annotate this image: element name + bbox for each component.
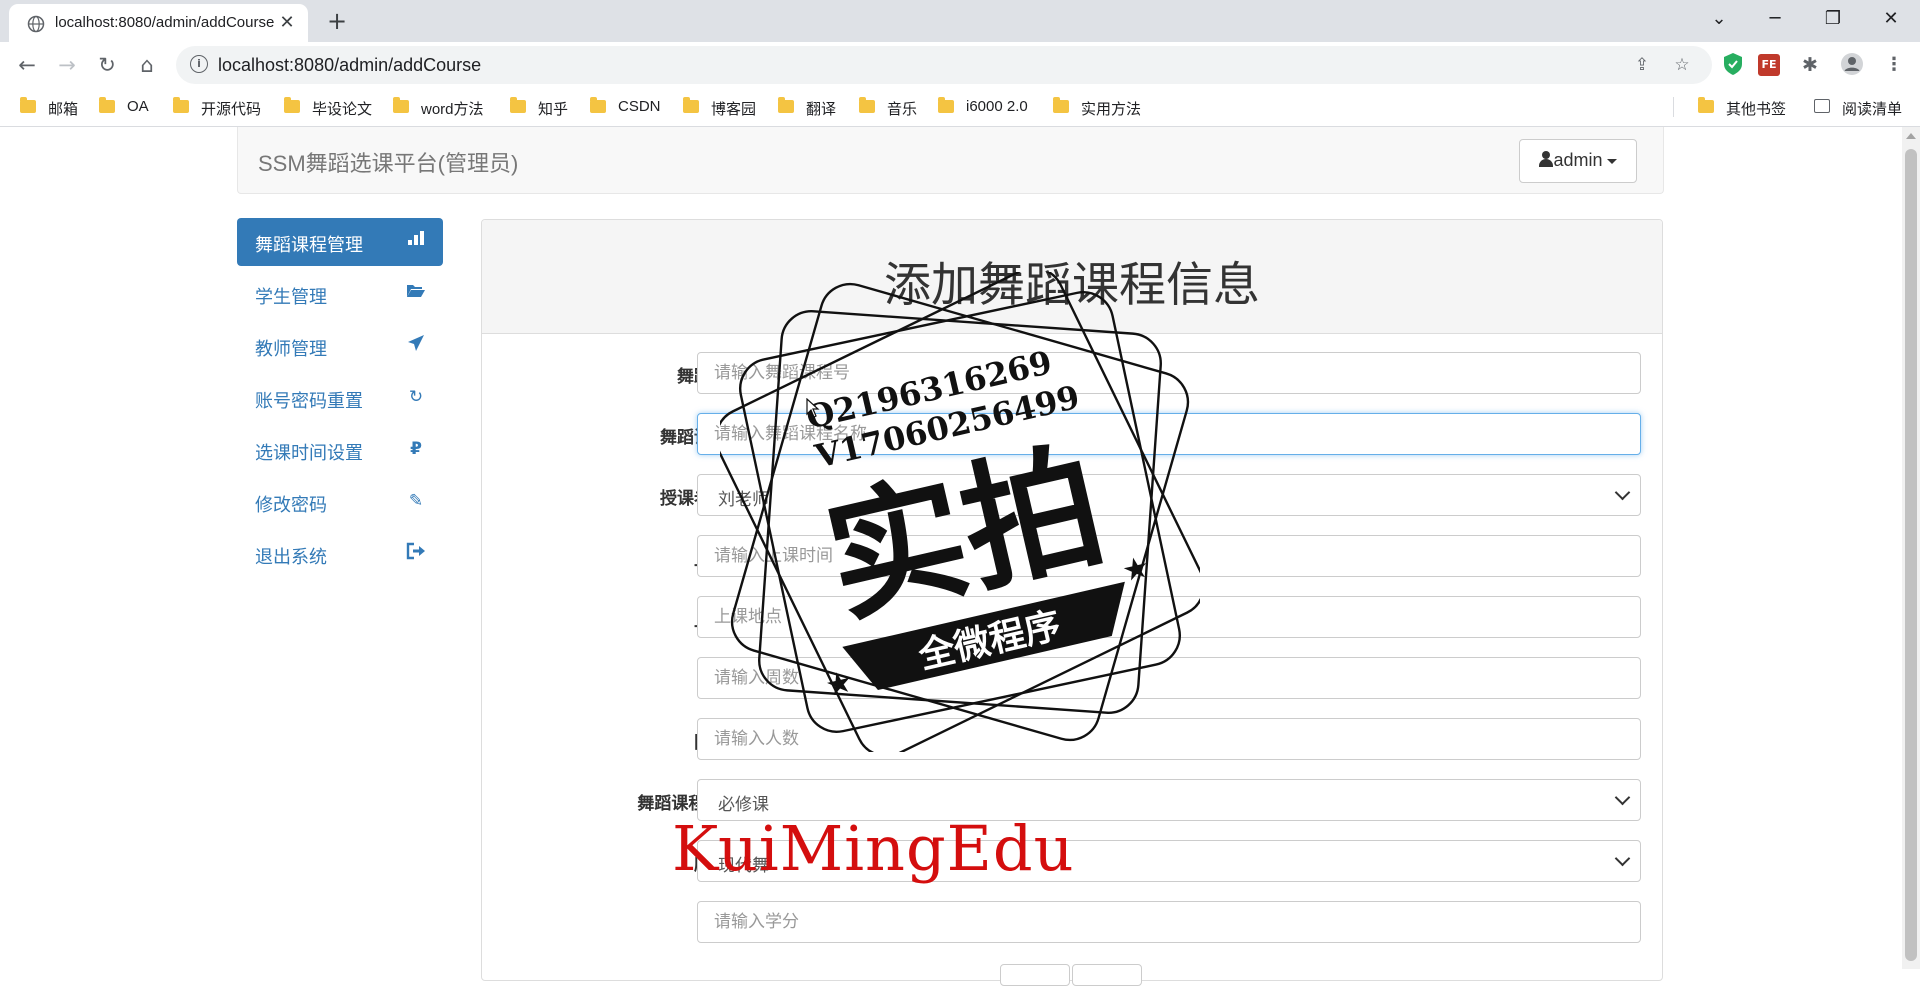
extensions-puzzle-icon[interactable]: ✱: [1797, 52, 1823, 78]
send-icon: [405, 334, 427, 356]
folder-icon: [510, 97, 526, 113]
folder-icon: [859, 97, 875, 113]
url-text[interactable]: localhost:8080/admin/addCourse: [218, 55, 481, 76]
pencil-icon: ✎: [408, 491, 424, 511]
new-tab-button[interactable]: +: [322, 8, 352, 34]
sidebar-item-change-password[interactable]: 修改密码 ✎: [237, 478, 443, 526]
forward-icon[interactable]: →: [50, 48, 84, 82]
share-icon[interactable]: ⇪: [1630, 53, 1654, 77]
bar-chart-icon: [405, 230, 427, 252]
bookmark-star-icon[interactable]: ☆: [1670, 53, 1694, 77]
tab-close-icon[interactable]: ✕: [276, 12, 298, 34]
folder-icon: [393, 97, 409, 113]
reading-list-icon: [1814, 99, 1830, 113]
globe-icon: [27, 15, 45, 33]
sidebar-item-course-management[interactable]: 舞蹈课程管理: [237, 218, 443, 266]
submit-button[interactable]: [1000, 964, 1070, 986]
profile-avatar-icon[interactable]: [1839, 52, 1865, 78]
tab-search-chevron-icon[interactable]: ⌄: [1702, 4, 1736, 34]
sidebar-item-time-settings[interactable]: 选课时间设置 ₽: [237, 426, 443, 474]
sidebar-item-teachers[interactable]: 教师管理: [237, 322, 443, 370]
refresh-icon: ↻: [408, 387, 424, 407]
watermark-text: KuiMingEdu: [672, 812, 1075, 885]
folder-icon: [284, 97, 300, 113]
folder-icon: [938, 97, 954, 113]
page-scrollbar[interactable]: [1902, 127, 1920, 969]
user-name: admin: [1553, 150, 1603, 170]
folder-icon: [20, 97, 36, 113]
brand-title[interactable]: SSM舞蹈选课平台(管理员): [258, 146, 518, 178]
minimize-icon[interactable]: ─: [1758, 4, 1792, 34]
bookmarks-divider: [1673, 97, 1674, 117]
mouse-cursor-icon: [806, 398, 820, 418]
chevron-down-icon: [1614, 789, 1631, 806]
folder-open-icon: [405, 282, 427, 304]
folder-icon: [778, 97, 794, 113]
shield-extension-icon[interactable]: [1720, 52, 1746, 78]
sidebar-item-logout[interactable]: 退出系统: [237, 530, 443, 578]
home-icon[interactable]: ⌂: [130, 48, 164, 82]
caret-down-icon: [1606, 158, 1617, 164]
folder-icon: [173, 97, 189, 113]
browser-menu-icon[interactable]: ⋮: [1881, 52, 1907, 78]
address-bar[interactable]: i localhost:8080/admin/addCourse ⇪ ☆: [176, 46, 1712, 84]
sidebar-item-password-reset[interactable]: 账号密码重置 ↻: [237, 374, 443, 422]
folder-icon: [590, 97, 606, 113]
bookmarks-bar: 邮箱 OA 开源代码 毕设论文 word方法 知乎 CSDN 博客园 翻译 音乐…: [0, 88, 1920, 127]
credit-input[interactable]: [697, 901, 1641, 943]
top-navbar: SSM舞蹈选课平台(管理员) admin: [237, 127, 1664, 194]
chevron-down-icon: [1614, 484, 1631, 501]
browser-tab[interactable]: localhost:8080/admin/addCourse ✕: [9, 4, 308, 42]
scroll-thumb[interactable]: [1905, 149, 1917, 961]
ruble-icon: ₽: [410, 439, 422, 459]
scroll-up-arrow-icon[interactable]: [1906, 133, 1916, 139]
sidebar-item-students[interactable]: 学生管理: [237, 270, 443, 318]
folder-icon: [1053, 97, 1069, 113]
browser-toolbar: ← → ↻ ⌂ i localhost:8080/admin/addCourse…: [0, 42, 1920, 88]
user-dropdown-button[interactable]: admin: [1519, 139, 1637, 183]
star-icon: ★: [822, 664, 856, 704]
fe-extension-icon[interactable]: FE: [1758, 54, 1780, 76]
user-icon: [1539, 151, 1554, 167]
folder-icon: [1698, 97, 1714, 113]
folder-icon: [99, 97, 115, 113]
browser-tab-strip: localhost:8080/admin/addCourse ✕ + ⌄ ─ ❐…: [0, 0, 1920, 42]
logout-icon: [405, 542, 427, 564]
reload-icon[interactable]: ↻: [90, 48, 124, 82]
chevron-down-icon: [1614, 850, 1631, 867]
site-info-icon[interactable]: i: [190, 55, 208, 73]
tab-title: localhost:8080/admin/addCourse: [55, 14, 275, 31]
folder-icon: [683, 97, 699, 113]
reset-button[interactable]: [1072, 964, 1142, 986]
restore-icon[interactable]: ❐: [1816, 4, 1850, 34]
stamp-overlay: Q2196316269 V17060256499 实拍 全微程序 ★ ★: [720, 272, 1200, 752]
back-icon[interactable]: ←: [10, 48, 44, 82]
close-window-icon[interactable]: ✕: [1874, 4, 1908, 34]
